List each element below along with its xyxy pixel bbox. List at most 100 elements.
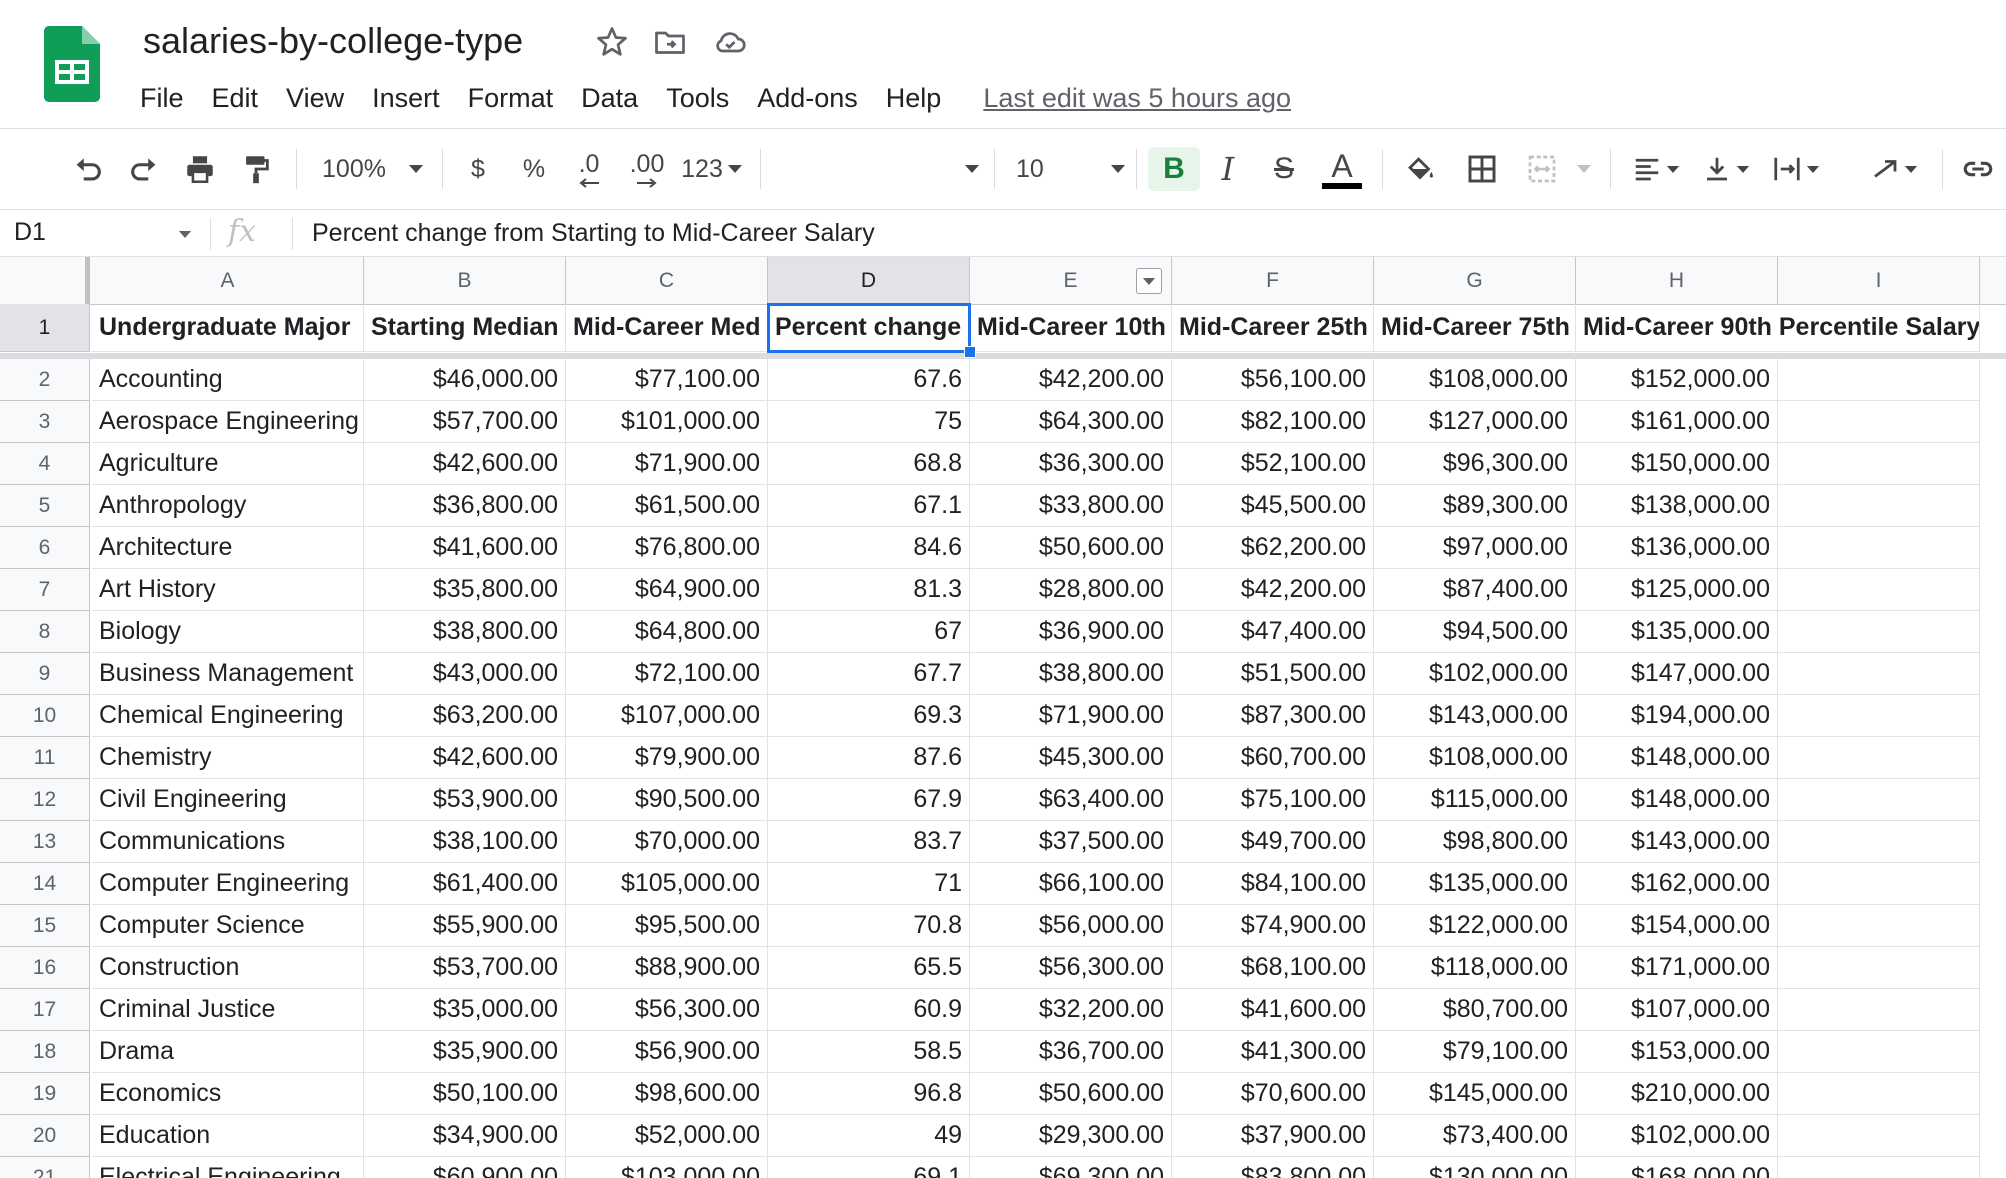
table-cell[interactable]: $43,000.00 [364,653,566,695]
table-cell[interactable]: $125,000.00 [1576,569,1778,611]
table-cell[interactable]: $143,000.00 [1576,821,1778,863]
table-cell[interactable]: $107,000.00 [566,695,768,737]
table-cell[interactable] [1778,989,1980,1031]
table-cell[interactable]: $42,600.00 [364,737,566,779]
table-cell[interactable]: $108,000.00 [1374,359,1576,401]
table-cell[interactable]: $94,500.00 [1374,611,1576,653]
table-cell[interactable]: $135,000.00 [1576,611,1778,653]
header-cell-i[interactable] [1778,304,1980,352]
paint-format-icon[interactable] [234,147,278,191]
table-cell[interactable]: $35,800.00 [364,569,566,611]
document-title[interactable]: salaries-by-college-type [143,20,523,62]
header-cell-f[interactable]: Mid-Career 25th [1172,304,1374,352]
cloud-saved-icon[interactable] [712,24,748,60]
chevron-down-icon[interactable] [178,230,192,239]
table-cell[interactable] [1778,527,1980,569]
table-cell[interactable]: Aerospace Engineering [92,401,364,443]
table-cell[interactable]: $147,000.00 [1576,653,1778,695]
table-cell[interactable]: $63,400.00 [970,779,1172,821]
table-cell[interactable]: $79,900.00 [566,737,768,779]
table-cell[interactable] [1778,1157,1980,1178]
table-cell[interactable]: $90,500.00 [566,779,768,821]
merge-cells-icon[interactable] [1518,147,1566,191]
table-cell[interactable]: Agriculture [92,443,364,485]
table-cell[interactable]: $154,000.00 [1576,905,1778,947]
row-header[interactable]: 8 [0,611,90,653]
menu-edit[interactable]: Edit [198,83,273,114]
table-cell[interactable]: 96.8 [768,1073,970,1115]
font-size-select[interactable]: 10 [1016,147,1126,191]
table-cell[interactable]: $56,900.00 [566,1031,768,1073]
header-cell-e[interactable]: Mid-Career 10th [970,304,1172,352]
table-cell[interactable]: $153,000.00 [1576,1031,1778,1073]
table-cell[interactable]: Construction [92,947,364,989]
table-cell[interactable]: $57,700.00 [364,401,566,443]
column-header-i[interactable]: I [1778,257,1980,304]
column-header-b[interactable]: B [364,257,566,304]
table-cell[interactable]: $62,200.00 [1172,527,1374,569]
table-cell[interactable]: $56,300.00 [566,989,768,1031]
column-header-c[interactable]: C [566,257,768,304]
table-cell[interactable] [1778,611,1980,653]
table-cell[interactable] [1778,359,1980,401]
table-cell[interactable]: $77,100.00 [566,359,768,401]
table-cell[interactable]: $145,000.00 [1374,1073,1576,1115]
table-cell[interactable]: $50,600.00 [970,1073,1172,1115]
table-cell[interactable]: $69,300.00 [970,1157,1172,1178]
table-cell[interactable]: 67.1 [768,485,970,527]
table-cell[interactable] [1778,821,1980,863]
column-header-d[interactable]: D [768,257,970,304]
table-cell[interactable]: $98,600.00 [566,1073,768,1115]
table-cell[interactable]: $47,400.00 [1172,611,1374,653]
table-cell[interactable]: $89,300.00 [1374,485,1576,527]
table-cell[interactable]: $42,200.00 [1172,569,1374,611]
table-cell[interactable]: $52,100.00 [1172,443,1374,485]
table-cell[interactable]: 58.5 [768,1031,970,1073]
menu-format[interactable]: Format [454,83,568,114]
table-cell[interactable]: $45,500.00 [1172,485,1374,527]
print-icon[interactable] [178,147,222,191]
table-cell[interactable]: Electrical Engineering [92,1157,364,1178]
table-cell[interactable]: 67.9 [768,779,970,821]
row-header[interactable]: 13 [0,821,90,863]
table-cell[interactable]: $171,000.00 [1576,947,1778,989]
table-cell[interactable]: $37,900.00 [1172,1115,1374,1157]
table-cell[interactable]: $76,800.00 [566,527,768,569]
table-cell[interactable]: $127,000.00 [1374,401,1576,443]
table-cell[interactable]: $83,800.00 [1172,1157,1374,1178]
header-cell-g[interactable]: Mid-Career 75th [1374,304,1576,352]
filter-dropdown-icon[interactable] [1136,268,1162,294]
menu-help[interactable]: Help [872,83,956,114]
row-header-1[interactable]: 1 [0,304,90,352]
table-cell[interactable]: $36,900.00 [970,611,1172,653]
text-rotation-icon[interactable] [1864,147,1924,191]
table-cell[interactable]: 81.3 [768,569,970,611]
table-cell[interactable] [1778,1073,1980,1115]
table-cell[interactable]: $29,300.00 [970,1115,1172,1157]
row-header[interactable]: 10 [0,695,90,737]
table-cell[interactable]: $36,700.00 [970,1031,1172,1073]
table-cell[interactable]: $70,600.00 [1172,1073,1374,1115]
table-cell[interactable]: $36,800.00 [364,485,566,527]
star-icon[interactable] [594,24,630,60]
row-header[interactable]: 4 [0,443,90,485]
table-cell[interactable]: $41,600.00 [1172,989,1374,1031]
table-cell[interactable]: $56,300.00 [970,947,1172,989]
last-edit-link[interactable]: Last edit was 5 hours ago [983,83,1291,114]
table-cell[interactable]: Civil Engineering [92,779,364,821]
table-cell[interactable] [1778,947,1980,989]
table-cell[interactable]: $71,900.00 [566,443,768,485]
row-header[interactable]: 6 [0,527,90,569]
table-cell[interactable] [1778,443,1980,485]
vertical-align-icon[interactable] [1696,147,1756,191]
bold-button[interactable]: B [1148,147,1200,191]
table-cell[interactable]: Accounting [92,359,364,401]
table-cell[interactable]: $42,200.00 [970,359,1172,401]
column-header-f[interactable]: F [1172,257,1374,304]
table-cell[interactable]: $55,900.00 [364,905,566,947]
table-cell[interactable]: 83.7 [768,821,970,863]
menu-insert[interactable]: Insert [358,83,454,114]
table-cell[interactable]: $84,100.00 [1172,863,1374,905]
table-cell[interactable]: $161,000.00 [1576,401,1778,443]
table-cell[interactable]: 60.9 [768,989,970,1031]
